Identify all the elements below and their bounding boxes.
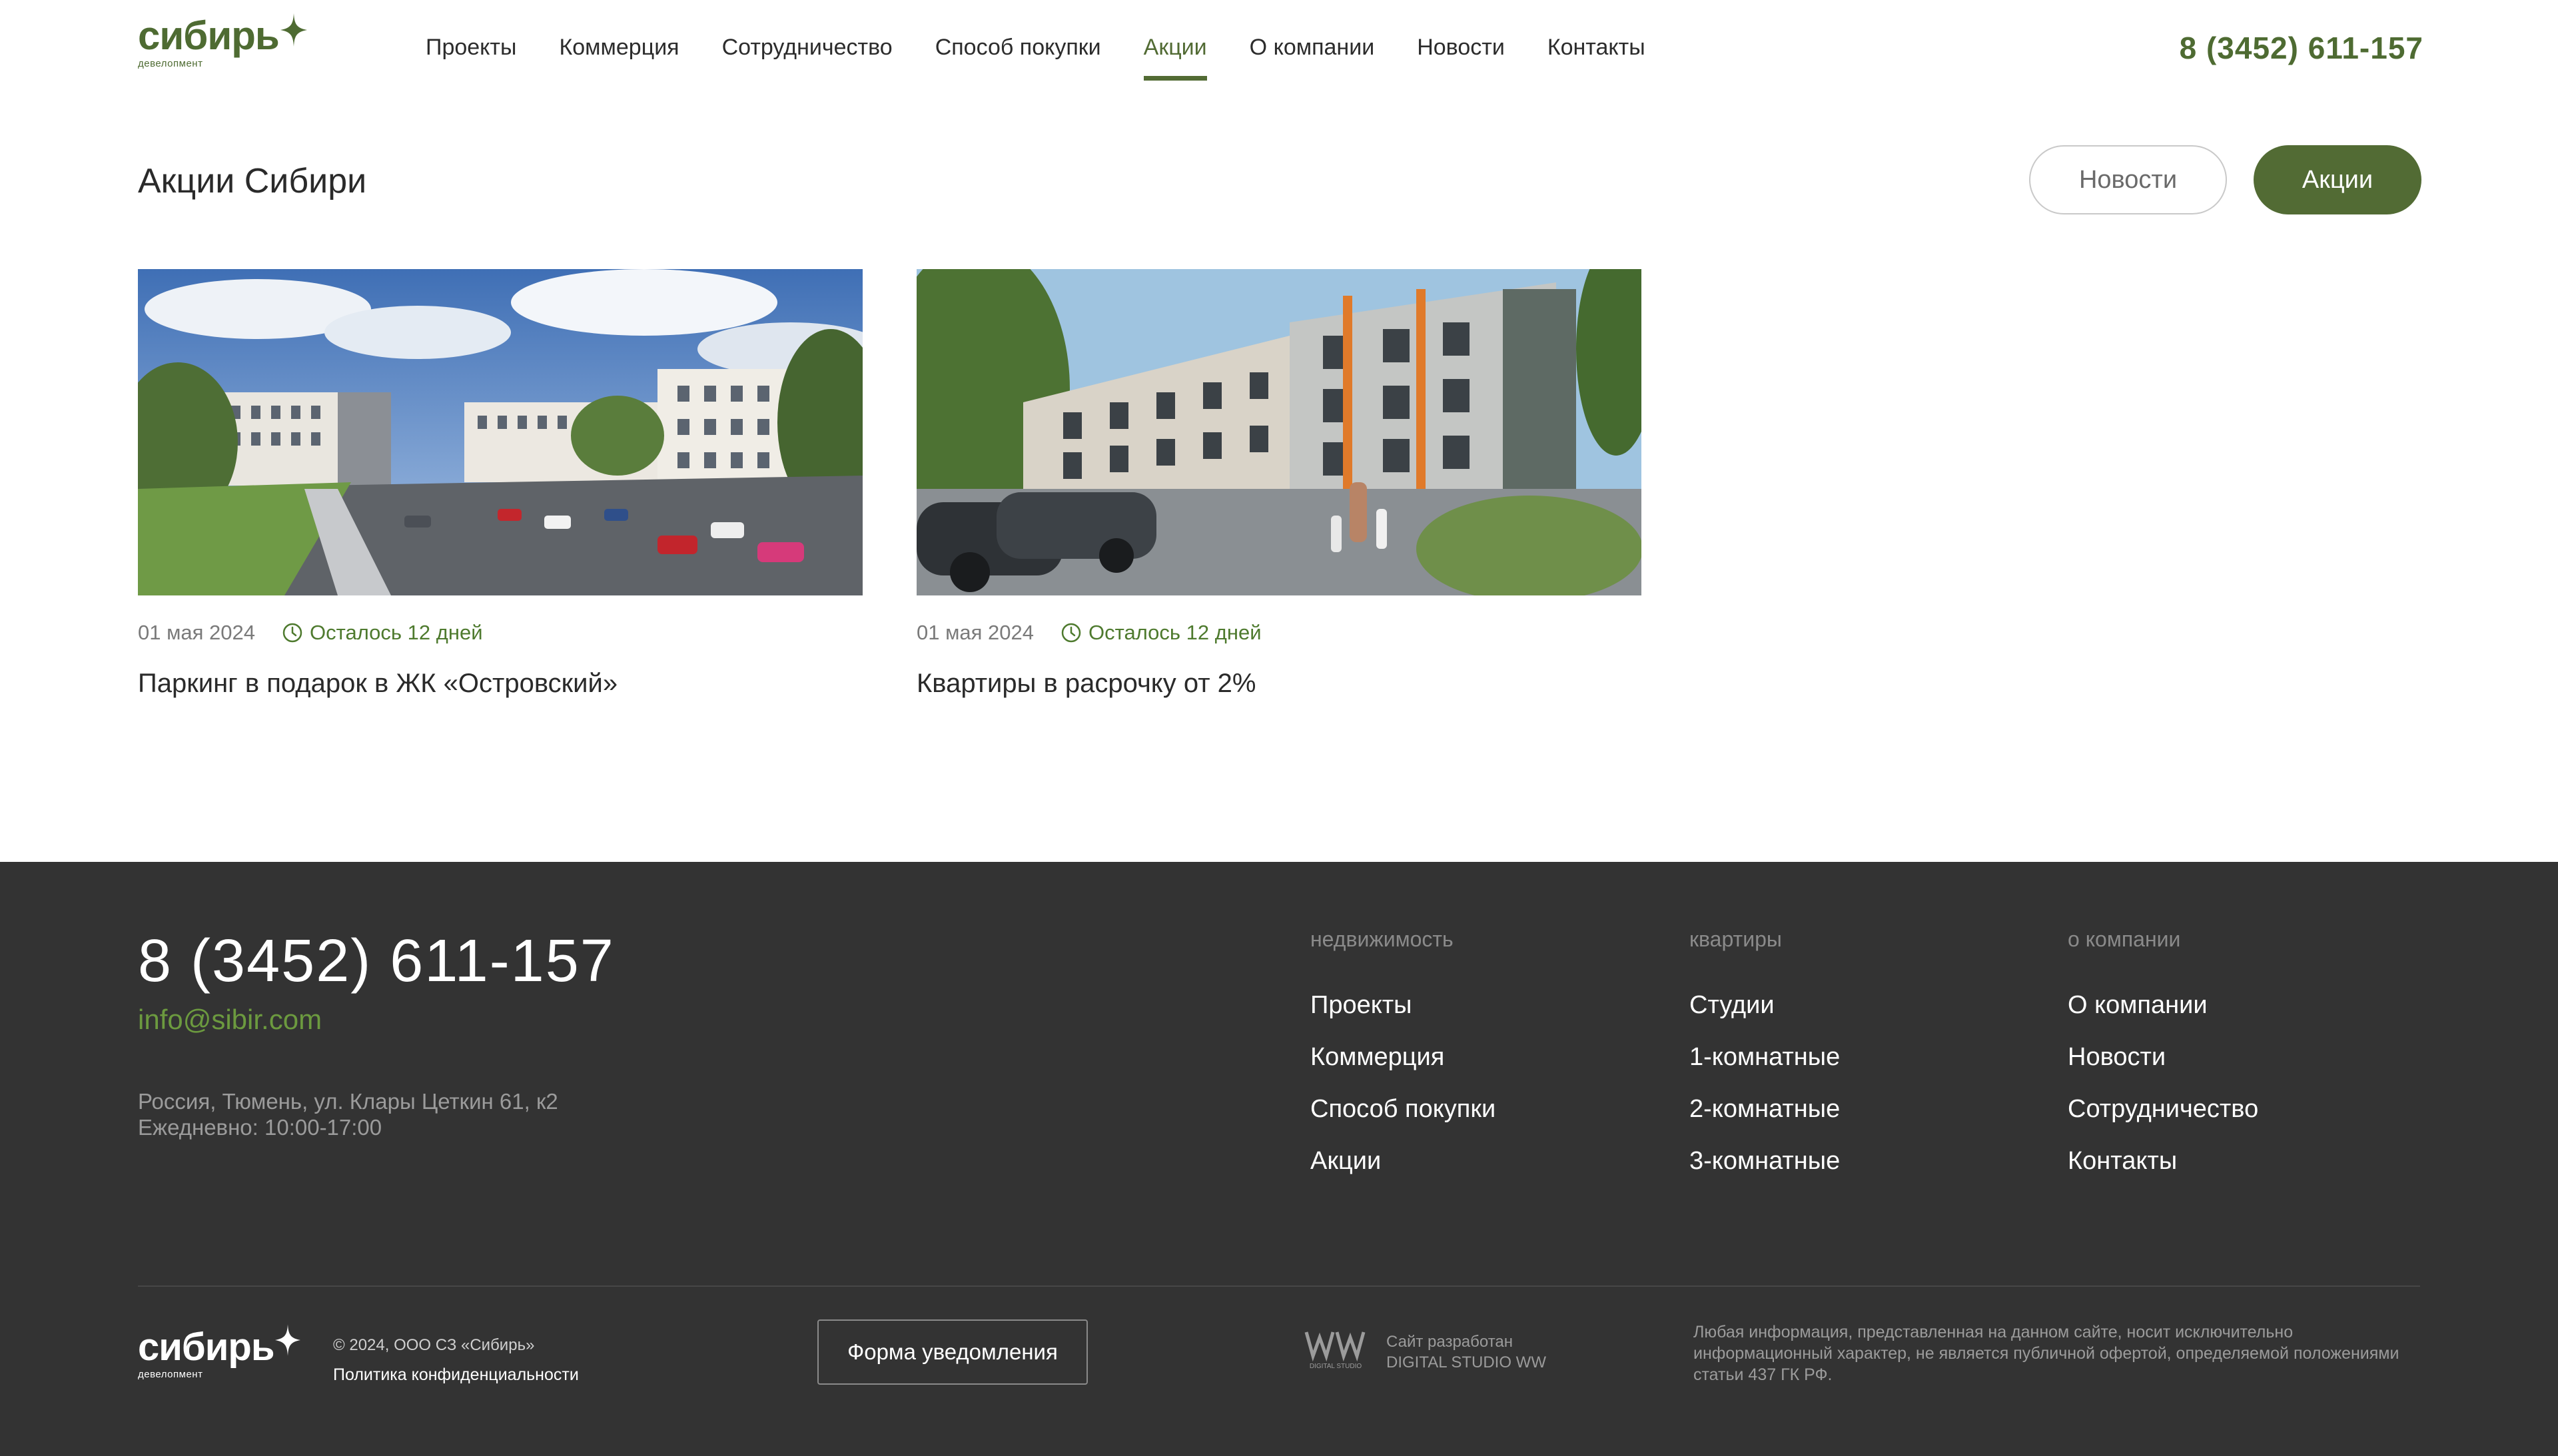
nav-item-cooperation[interactable]: Сотрудничество: [722, 35, 893, 81]
sparkle-icon: [280, 13, 307, 47]
footer-link-contacts[interactable]: Контакты: [2068, 1148, 2258, 1174]
footer-email-link[interactable]: info@sibir.com: [138, 1004, 322, 1036]
logo-wordmark: сибирь: [138, 13, 280, 58]
promo-remaining-text: Осталось 12 дней: [1088, 621, 1262, 644]
footer-link-2-room[interactable]: 2-комнатные: [1689, 1096, 1840, 1122]
promo-remaining: Осталось 12 дней: [282, 621, 483, 645]
footer-link-projects[interactable]: Проекты: [1310, 992, 1495, 1018]
footer-link-3-room[interactable]: 3-комнатные: [1689, 1148, 1840, 1174]
footer-column-apartments: квартиры Студии 1-комнатные 2-комнатные …: [1689, 927, 1840, 1200]
legal-disclaimer: Любая информация, представленная на данн…: [1693, 1323, 2399, 1384]
site-logo[interactable]: сибирь девелопмент: [138, 13, 307, 69]
privacy-policy-link[interactable]: Политика конфиденциальности: [333, 1365, 579, 1385]
footer-link-1-room[interactable]: 1-комнатные: [1689, 1044, 1840, 1070]
footer-phone-link[interactable]: 8 (3452) 611-157: [138, 927, 615, 996]
footer-link-studios[interactable]: Студии: [1689, 992, 1840, 1018]
footer-link-about[interactable]: О компании: [2068, 992, 2258, 1018]
nav-item-news[interactable]: Новости: [1417, 35, 1505, 81]
footer-column-company: о компании О компании Новости Сотрудниче…: [2068, 927, 2258, 1200]
promo-remaining: Осталось 12 дней: [1061, 621, 1262, 645]
nav-item-commerce[interactable]: Коммерция: [559, 35, 679, 81]
nav-item-purchase-methods[interactable]: Способ покупки: [935, 35, 1101, 81]
footer-column-heading: о компании: [2068, 927, 2181, 951]
nav-item-promotions[interactable]: Акции: [1143, 35, 1207, 81]
footer-divider: [138, 1285, 2420, 1287]
header-phone-link[interactable]: 8 (3452) 611-157: [2180, 30, 2423, 66]
footer-link-commerce[interactable]: Коммерция: [1310, 1044, 1495, 1070]
promo-date: 01 мая 2024: [917, 621, 1035, 644]
site-footer: 8 (3452) 611-157 info@sibir.com Россия, …: [0, 862, 2558, 1456]
logo-wordmark: сибирь: [138, 1325, 274, 1369]
nav-item-projects[interactable]: Проекты: [426, 35, 516, 81]
footer-logo[interactable]: сибирь девелопмент: [138, 1324, 301, 1380]
footer-column-heading: недвижимость: [1310, 927, 1454, 951]
developer-credit[interactable]: Сайт разработан DIGITAL STUDIO WW: [1386, 1331, 1546, 1373]
promo-title[interactable]: Паркинг в подарок в ЖК «Островский»: [138, 669, 863, 699]
clock-icon: [1061, 623, 1081, 643]
nav-item-about[interactable]: О компании: [1250, 35, 1375, 81]
studio-logo-caption: DIGITAL STUDIO: [1310, 1363, 1362, 1370]
promo-remaining-text: Осталось 12 дней: [310, 621, 483, 644]
notification-form-button[interactable]: Форма уведомления: [817, 1319, 1088, 1385]
address-text: Россия, Тюмень, ул. Клары Цеткин 61, к2: [138, 1089, 558, 1114]
filter-promotions-button[interactable]: Акции: [2254, 145, 2421, 214]
promo-date: 01 мая 2024: [138, 621, 256, 644]
digital-studio-logo-icon[interactable]: DIGITAL STUDIO: [1304, 1328, 1368, 1371]
clock-icon: [282, 623, 302, 643]
logo-subtitle: девелопмент: [138, 1369, 203, 1380]
footer-column-realty: недвижимость Проекты Коммерция Способ по…: [1310, 927, 1495, 1200]
promo-image-parking[interactable]: [138, 269, 863, 595]
sparkle-icon: [275, 1324, 301, 1356]
promo-card[interactable]: 01 мая 2024 Осталось 12 дней Паркинг в п…: [138, 269, 863, 699]
copyright: © 2024, ООО СЗ «Сибирь»: [333, 1336, 535, 1354]
developer-credit-line1: Сайт разработан: [1386, 1333, 1513, 1351]
footer-link-news[interactable]: Новости: [2068, 1044, 2258, 1070]
developer-credit-line2: DIGITAL STUDIO WW: [1386, 1353, 1546, 1371]
promo-image-installment[interactable]: [917, 269, 1641, 595]
footer-link-promotions[interactable]: Акции: [1310, 1148, 1495, 1174]
footer-link-cooperation[interactable]: Сотрудничество: [2068, 1096, 2258, 1122]
filter-news-button[interactable]: Новости: [2029, 145, 2227, 214]
footer-link-purchase-methods[interactable]: Способ покупки: [1310, 1096, 1495, 1122]
footer-address: Россия, Тюмень, ул. Клары Цеткин 61, к2 …: [138, 1088, 558, 1140]
logo-subtitle: девелопмент: [138, 58, 203, 69]
page-title: Акции Сибири: [138, 162, 367, 200]
nav-item-contacts[interactable]: Контакты: [1547, 35, 1645, 81]
promo-title[interactable]: Квартиры в расрочку от 2%: [917, 669, 1641, 699]
footer-column-heading: квартиры: [1689, 927, 1782, 951]
promo-card[interactable]: 01 мая 2024 Осталось 12 дней Квартиры в …: [917, 269, 1641, 699]
opening-hours: Ежедневно: 10:00-17:00: [138, 1115, 382, 1140]
main-nav: Проекты Коммерция Сотрудничество Способ …: [426, 35, 1688, 81]
